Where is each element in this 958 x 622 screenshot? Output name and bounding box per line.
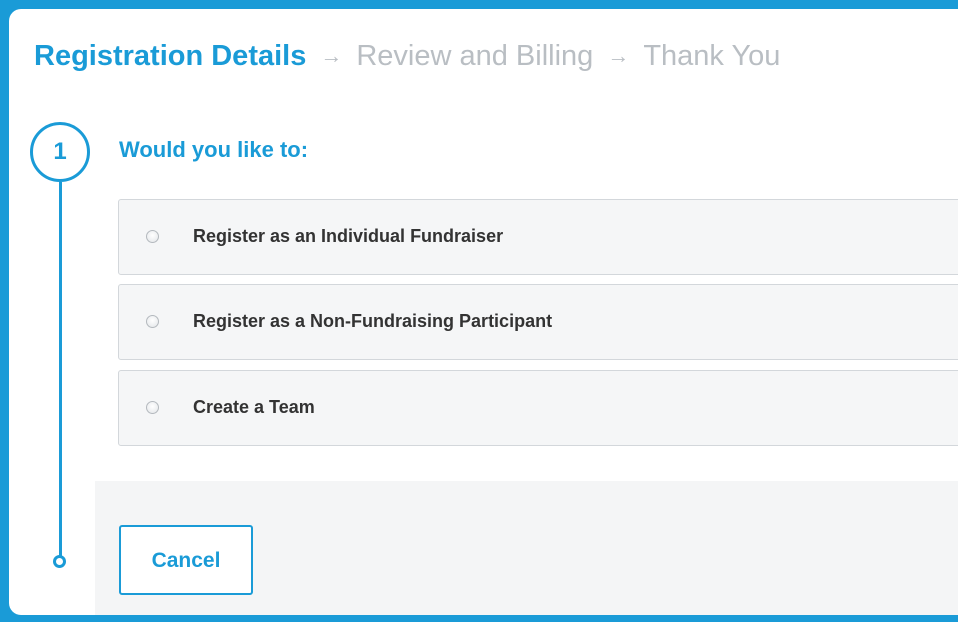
step-timeline-end-dot [53,555,66,568]
progress-steps: Registration Details → Review and Billing →… [34,39,780,73]
option-label: Register as a Non-Fundraising Participan… [193,311,553,331]
radio-unchecked-icon[interactable] [146,401,159,414]
step-registration-details: Registration Details [34,40,307,72]
option-non-fundraising-participant[interactable]: Register as a Non-Fundraising Participan… [118,284,958,360]
radio-unchecked-icon[interactable] [146,315,159,328]
option-create-team[interactable]: Create a Team [118,370,958,446]
section-question: Would you like to: [119,137,309,162]
registration-panel: Registration Details → Review and Billing →… [9,9,958,615]
option-label: Register as an Individual Fundraiser [193,226,504,246]
option-individual-fundraiser[interactable]: Register as an Individual Fundraiser [118,199,958,275]
step-number-badge: 1 [30,122,90,182]
step-thank-you: Thank You [643,40,781,72]
radio-unchecked-icon[interactable] [146,230,159,243]
cancel-button[interactable]: Cancel [119,525,253,595]
step-review-and-billing: Review and Billing [356,40,594,72]
arrow-right-icon: → [607,43,630,68]
arrow-right-icon: → [320,43,343,68]
option-label: Create a Team [193,397,315,417]
step-timeline-line [59,182,62,556]
